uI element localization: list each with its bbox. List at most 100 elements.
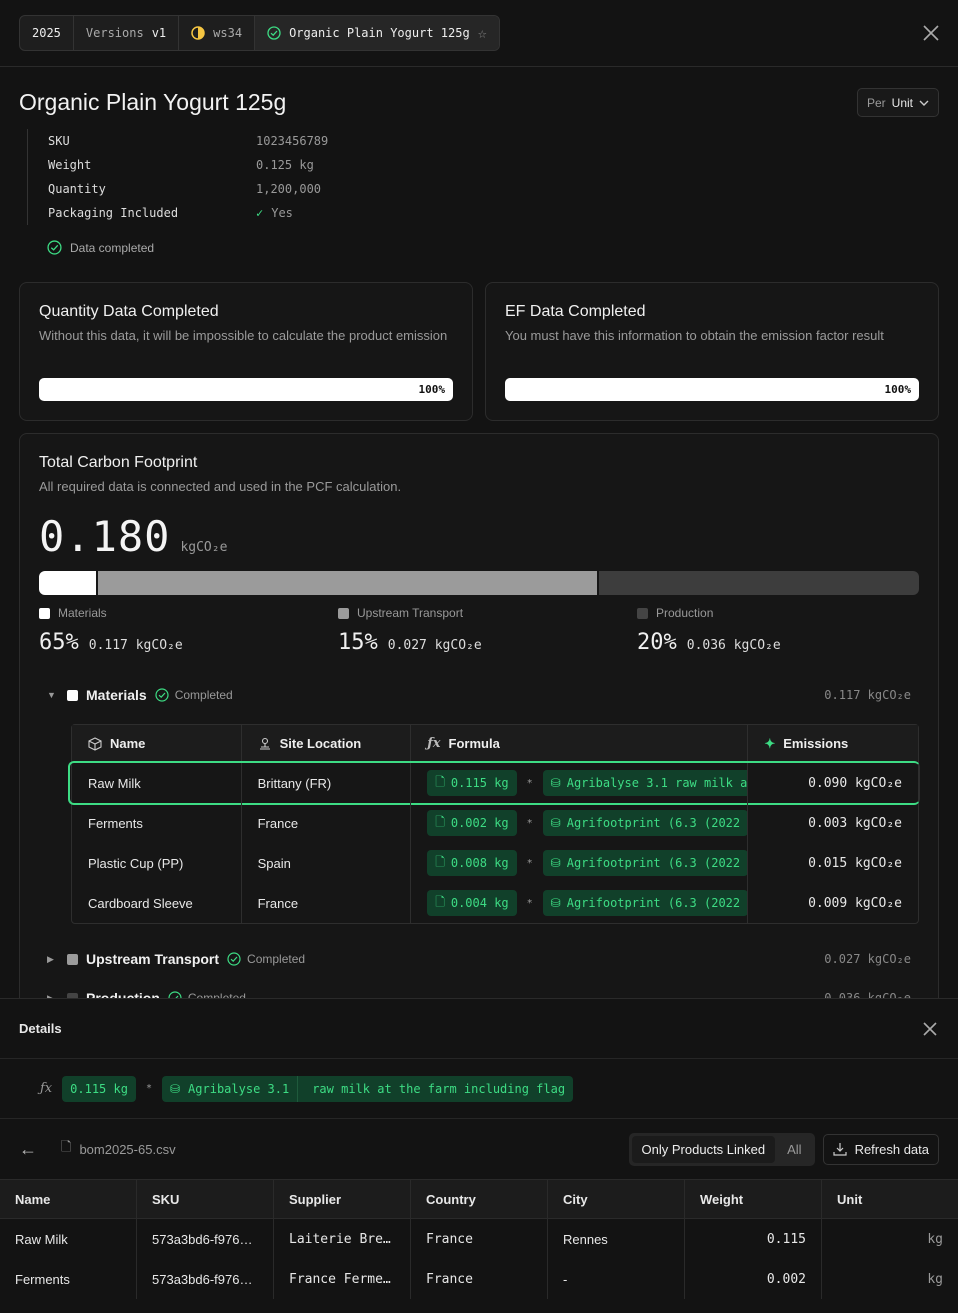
filter-toggle: Only Products Linked All	[628, 1132, 815, 1166]
caret-down-icon[interactable]: ▼	[47, 690, 67, 700]
table-row[interactable]: Ferments 573a3bd6-f976… France Ferme… Fr…	[0, 1259, 958, 1299]
filter-all[interactable]: All	[777, 1136, 811, 1163]
total-unit: kgCO₂e	[180, 540, 228, 555]
table-row[interactable]: Raw Milk Brittany (FR) 🗋 0.115 kg * ⛁ Agri…	[68, 761, 920, 805]
meta-key: Quantity	[48, 182, 106, 196]
quantity-chip[interactable]: 🗋 0.002 kg	[427, 810, 517, 836]
tab-year[interactable]: 2025	[20, 16, 74, 50]
ef-chip[interactable]: ⛁ Agrifootprint (6.3 (2022	[542, 890, 748, 916]
file-icon: 🗋	[435, 814, 445, 829]
toolbar-actions: Only Products Linked All Refresh data	[628, 1132, 939, 1166]
col-name[interactable]: Name	[72, 725, 242, 762]
filter-linked[interactable]: Only Products Linked	[631, 1135, 776, 1163]
quantity-chip[interactable]: 🗋 0.004 kg	[427, 890, 517, 916]
chip-value: 0.115 kg	[450, 776, 509, 790]
meta-key: Packaging Included	[48, 206, 179, 220]
table-row[interactable]: Ferments France 🗋 0.002 kg * ⛁ Agrifootpri…	[72, 803, 918, 843]
col-header[interactable]: Unit	[822, 1180, 958, 1218]
legend-materials: Materials 65% 0.117 kgCO₂e	[39, 606, 329, 655]
year-label: 2025	[32, 26, 61, 40]
breakdown-bar	[39, 571, 919, 595]
star-icon[interactable]: ☆	[478, 24, 487, 42]
table-row[interactable]: Plastic Cup (PP) Spain 🗋 0.008 kg * ⛁ Agri…	[72, 843, 918, 883]
close-icon[interactable]	[922, 1021, 938, 1037]
close-icon[interactable]	[922, 24, 940, 42]
chip-value: 0.002 kg	[450, 816, 509, 830]
table-header: Name SKU Supplier Country City Weight Un…	[0, 1179, 958, 1219]
ef-source: Agribalyse 3.1	[188, 1081, 290, 1096]
total-value: 0.180 kgCO₂e	[39, 512, 227, 561]
workspace-label: ws34	[213, 26, 243, 40]
section-name: Materials	[86, 687, 147, 703]
section-status: Completed	[155, 688, 233, 702]
col-header[interactable]: SKU	[137, 1180, 274, 1218]
location-pin-icon	[259, 737, 270, 750]
ef-chip[interactable]: ⛁ Agrifootprint (6.3 (2022	[542, 810, 748, 836]
file-icon: 🗋	[61, 1139, 72, 1154]
details-header: Details	[0, 999, 958, 1059]
database-icon: ⛁	[550, 816, 561, 830]
chip-value: Agrifootprint (6.3 (2022	[566, 856, 741, 870]
multiply-sign: *	[145, 1083, 152, 1094]
col-emissions[interactable]: ✦ Emissions	[748, 725, 918, 762]
database-icon: ⛁	[550, 856, 561, 870]
col-header[interactable]: Country	[411, 1180, 548, 1218]
quantity-chip[interactable]: 🗋 0.008 kg	[427, 850, 517, 876]
table-row[interactable]: Raw Milk 573a3bd6-f976… Laiterie Bre… Fr…	[0, 1219, 958, 1259]
quantity-chip[interactable]: 🗋 0.115 kg	[427, 770, 517, 796]
chevron-down-icon	[919, 100, 929, 106]
tab-workspace[interactable]: ws34	[179, 16, 256, 50]
meta-row: SKU 1023456789	[48, 129, 328, 153]
check-circle-icon	[47, 240, 62, 255]
ef-chip[interactable]: ⛁ Agribalyse 3.1 raw milk at the farm	[542, 770, 748, 796]
card-title: EF Data Completed	[505, 303, 646, 320]
multiply-sign: *	[526, 817, 533, 829]
file-icon: 🗋	[435, 774, 445, 789]
data-completed-label: Data completed	[70, 240, 155, 255]
col-header[interactable]: Weight	[685, 1180, 822, 1218]
meta-row: Weight 0.125 kg	[48, 153, 328, 177]
multiply-sign: *	[526, 777, 533, 789]
quantity-chip[interactable]: 0.115 kg	[62, 1075, 136, 1102]
chip-value: Agribalyse 3.1 raw milk at the farm	[566, 776, 748, 790]
database-icon: ⛁	[169, 1081, 181, 1096]
refresh-data-button[interactable]: Refresh data	[822, 1133, 939, 1165]
tab-versions[interactable]: Versions v1	[74, 16, 180, 50]
per-value: Unit	[891, 95, 913, 110]
ef-chip[interactable]: ⛁ Agrifootprint (6.3 (2022	[542, 850, 748, 876]
cell-site: Brittany (FR)	[242, 763, 412, 803]
col-formula[interactable]: ƒx Formula	[411, 725, 749, 762]
cell-site: Spain	[242, 843, 412, 883]
col-site[interactable]: Site Location	[242, 725, 412, 762]
cell: France	[411, 1219, 548, 1259]
caret-right-icon[interactable]: ▶	[47, 954, 67, 965]
section-upstream-transport[interactable]: ▶ Upstream Transport Completed 0.027 kgC…	[47, 949, 911, 969]
col-header[interactable]: Supplier	[274, 1180, 411, 1218]
arrow-left-icon[interactable]: ←	[19, 1139, 37, 1160]
progress-label: 100%	[418, 383, 446, 396]
meta-value: 1023456789	[256, 134, 329, 148]
total-footprint-card: Total Carbon Footprint All required data…	[19, 433, 939, 1053]
section-total: 0.117 kgCO₂e	[824, 688, 911, 702]
legend-value: 0.036 kgCO₂e	[687, 638, 781, 653]
value-number: 0.117	[88, 638, 128, 653]
col-header[interactable]: City	[548, 1180, 685, 1218]
total-number: 0.180	[39, 512, 171, 561]
ef-chip[interactable]: ⛁ Agribalyse 3.1 raw milk at the farm inc…	[161, 1075, 574, 1102]
progress-label: 100%	[884, 383, 912, 396]
cell: kg	[927, 1231, 943, 1247]
per-unit-dropdown[interactable]: Per Unit	[856, 88, 939, 117]
details-panel: Details ƒx 0.115 kg * ⛁ Agribalyse 3.1 ra…	[0, 998, 958, 1313]
section-materials[interactable]: ▼ Materials Completed 0.117 kgCO₂e	[47, 685, 911, 705]
tab-product[interactable]: Organic Plain Yogurt 125g ☆	[255, 16, 499, 50]
cell-formula: 🗋 0.004 kg * ⛁ Agrifootprint (6.3 (2022	[411, 883, 749, 923]
chip-value: 0.008 kg	[450, 856, 509, 870]
value-unit: kgCO₂e	[434, 638, 482, 653]
col-header[interactable]: Name	[0, 1180, 137, 1218]
table-header: Name Site Location ƒx Formula ✦ Emissions	[72, 725, 918, 763]
quantity-card: Quantity Data Completed Without this dat…	[19, 282, 473, 421]
legend-value: 0.027 kgCO₂e	[388, 638, 482, 653]
table-row[interactable]: Cardboard Sleeve France 🗋 0.004 kg * ⛁ Agr…	[72, 883, 918, 923]
progress-bar: 100%	[39, 378, 453, 401]
card-description: All required data is connected and used …	[39, 479, 402, 494]
